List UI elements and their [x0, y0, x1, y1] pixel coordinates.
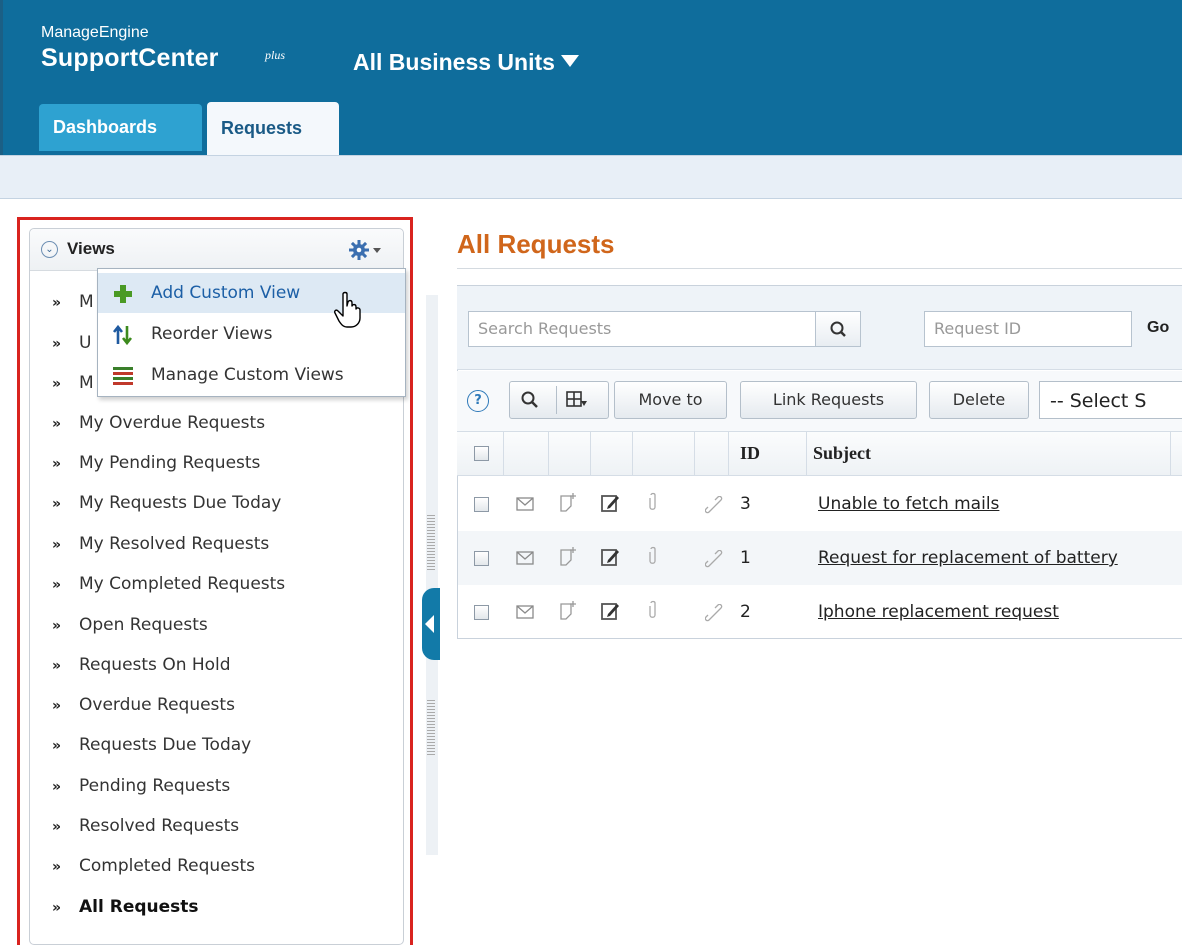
request-id: 2: [740, 602, 751, 622]
request-subject-link[interactable]: Unable to fetch mails: [818, 494, 999, 514]
move-to-button[interactable]: Move to: [614, 381, 727, 419]
reorder-icon: [112, 324, 133, 346]
column-header-id[interactable]: ID: [740, 443, 760, 464]
plus-icon: [114, 285, 132, 303]
link-icon[interactable]: [705, 604, 725, 624]
add-note-icon[interactable]: [558, 600, 578, 620]
row-checkbox[interactable]: [474, 605, 489, 620]
splitter-grip: [427, 515, 435, 571]
search-button[interactable]: [815, 311, 861, 347]
link-icon[interactable]: [705, 496, 725, 516]
menu-item-reorder-views[interactable]: Reorder Views: [98, 314, 405, 354]
attachment-icon[interactable]: [643, 546, 663, 566]
edit-icon[interactable]: [600, 547, 620, 567]
business-unit-label: All Business Units: [353, 49, 555, 75]
request-id: 1: [740, 548, 751, 568]
page-title: All Requests: [457, 229, 615, 259]
add-note-icon[interactable]: [558, 546, 578, 566]
edit-icon[interactable]: [600, 601, 620, 621]
search-requests-input[interactable]: Search Requests: [468, 311, 816, 347]
column-header-subject[interactable]: Subject: [813, 443, 871, 464]
business-unit-selector[interactable]: All Business Units: [353, 49, 579, 76]
request-id-input[interactable]: Request ID: [924, 311, 1132, 347]
link-requests-button[interactable]: Link Requests: [740, 381, 917, 419]
column-chooser-icon[interactable]: [566, 390, 588, 410]
attachment-icon[interactable]: [643, 600, 663, 620]
search-icon[interactable]: [520, 390, 540, 410]
toolbar-tools-group: [509, 381, 609, 419]
tab-requests[interactable]: Requests: [207, 102, 339, 155]
collapse-panel-button[interactable]: [422, 588, 440, 660]
title-divider: [457, 268, 1182, 269]
add-note-icon[interactable]: [558, 492, 578, 512]
mail-icon[interactable]: [515, 548, 535, 568]
link-icon[interactable]: [705, 550, 725, 570]
help-icon[interactable]: ?: [467, 390, 489, 412]
attachment-icon[interactable]: [643, 492, 663, 512]
panel-splitter[interactable]: [426, 295, 438, 855]
splitter-grip: [427, 700, 435, 756]
go-button[interactable]: Go: [1147, 319, 1169, 337]
row-checkbox[interactable]: [474, 497, 489, 512]
delete-button[interactable]: Delete: [929, 381, 1029, 419]
mail-icon[interactable]: [515, 602, 535, 622]
brand-vendor: ManageEngine: [41, 24, 149, 41]
views-settings-menu: Add Custom View Reorder Views Manage Cus…: [97, 268, 406, 397]
search-icon: [830, 321, 846, 337]
brand-product-name: SupportCenter: [41, 44, 219, 72]
list-icon: [113, 367, 133, 385]
request-id: 3: [740, 494, 751, 514]
sub-toolbar: [0, 155, 1182, 199]
edit-icon[interactable]: [600, 493, 620, 513]
request-subject-link[interactable]: Request for replacement of battery: [818, 548, 1118, 568]
menu-item-manage-custom-views[interactable]: Manage Custom Views: [98, 355, 405, 395]
chevron-down-icon: [560, 55, 579, 67]
mail-icon[interactable]: [515, 494, 535, 514]
app-header: ManageEngine SupportCenter plus All Busi…: [0, 0, 1182, 155]
select-all-checkbox[interactable]: [474, 446, 489, 461]
tab-dashboards[interactable]: Dashboards: [39, 104, 202, 151]
action-select[interactable]: -- Select S: [1039, 381, 1182, 419]
request-subject-link[interactable]: Iphone replacement request: [818, 602, 1059, 622]
menu-item-add-custom-view[interactable]: Add Custom View: [98, 273, 405, 328]
row-checkbox[interactable]: [474, 551, 489, 566]
brand-plus: plus: [265, 48, 286, 62]
